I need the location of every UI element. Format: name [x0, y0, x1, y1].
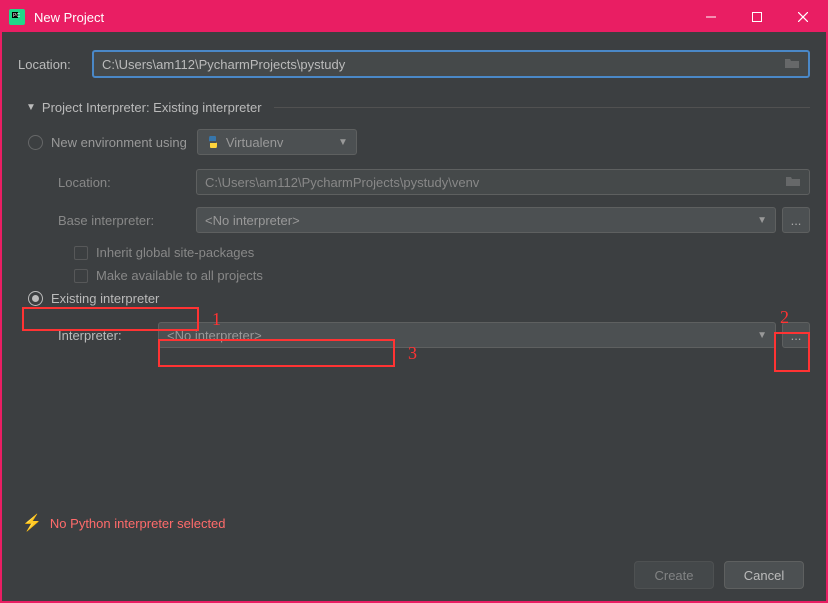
app-icon: PC: [8, 8, 26, 26]
warning-bar: ⚡ No Python interpreter selected: [18, 497, 810, 549]
radio-new-env[interactable]: [28, 135, 43, 150]
existing-label: Existing interpreter: [51, 291, 159, 306]
new-env-label: New environment using: [51, 135, 187, 150]
base-interpreter-combo[interactable]: <No interpreter> ▼: [196, 207, 776, 233]
caret-down-icon: ▼: [26, 102, 36, 113]
inherit-checkbox[interactable]: [74, 246, 88, 260]
cancel-button[interactable]: Cancel: [724, 561, 804, 589]
folder-icon[interactable]: [784, 56, 800, 73]
make-available-label: Make available to all projects: [96, 268, 263, 283]
create-button[interactable]: Create: [634, 561, 714, 589]
base-interpreter-label: Base interpreter:: [58, 213, 196, 228]
env-location-input[interactable]: C:\Users\am112\PycharmProjects\pystudy\v…: [196, 169, 810, 195]
base-browse-button[interactable]: ...: [782, 207, 810, 233]
interpreter-label: Interpreter:: [58, 328, 158, 343]
python-icon: [206, 135, 220, 149]
bolt-icon: ⚡: [22, 513, 42, 533]
chevron-down-icon: ▼: [757, 215, 767, 226]
close-button[interactable]: [780, 2, 826, 32]
svg-text:PC: PC: [13, 13, 20, 19]
warning-text: No Python interpreter selected: [50, 516, 226, 531]
make-available-checkbox[interactable]: [74, 269, 88, 283]
location-label: Location:: [18, 57, 92, 72]
location-input[interactable]: C:\Users\am112\PycharmProjects\pystudy: [92, 50, 810, 78]
radio-existing[interactable]: [28, 291, 43, 306]
inherit-label: Inherit global site-packages: [96, 245, 254, 260]
env-location-label: Location:: [58, 175, 196, 190]
window-title: New Project: [34, 10, 688, 25]
maximize-button[interactable]: [734, 2, 780, 32]
chevron-down-icon: ▼: [338, 137, 348, 148]
interpreter-browse-button[interactable]: ...: [782, 322, 810, 348]
minimize-button[interactable]: [688, 2, 734, 32]
env-tool-combo[interactable]: Virtualenv ▼: [197, 129, 357, 155]
interpreter-combo[interactable]: <No interpreter> ▼: [158, 322, 776, 348]
folder-icon[interactable]: [785, 174, 801, 191]
interpreter-section-header[interactable]: ▼ Project Interpreter: Existing interpre…: [26, 100, 810, 115]
titlebar: PC New Project: [2, 2, 826, 32]
chevron-down-icon: ▼: [757, 330, 767, 341]
